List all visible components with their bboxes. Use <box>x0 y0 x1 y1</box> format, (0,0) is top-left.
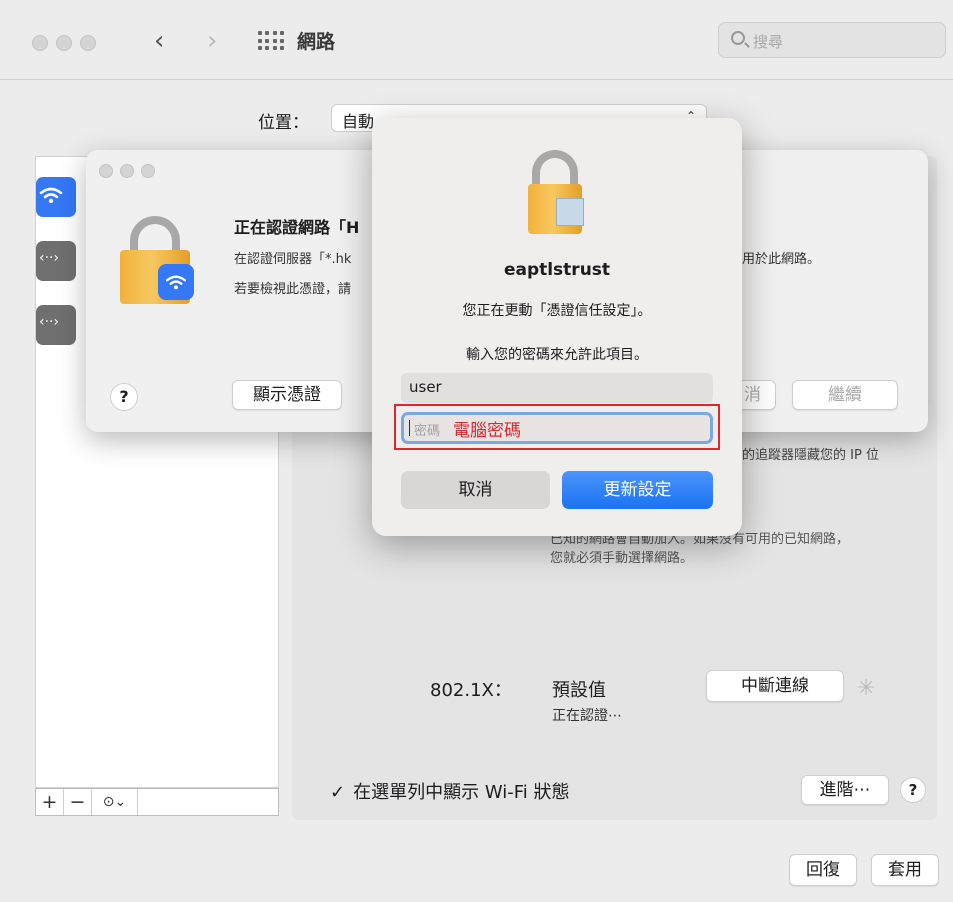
lock-icon <box>528 150 592 234</box>
minimize-window-button[interactable] <box>56 35 72 51</box>
text-caret <box>409 420 410 436</box>
show-wifi-status-label: 在選單列中顯示 Wi‑Fi 狀態 <box>353 782 570 803</box>
cancel-button[interactable]: 取消 <box>401 471 550 509</box>
certificate-badge-icon <box>556 198 584 226</box>
advanced-button[interactable]: 進階⋯ <box>801 775 889 805</box>
ip-privacy-text: 的追蹤器隱藏您的 IP 位 <box>742 448 879 463</box>
auth-status: 正在認證⋯ <box>552 708 622 724</box>
search-field[interactable]: 搜尋 <box>718 22 946 58</box>
network-preferences-window: ‹ › 網路 搜尋 位置： 自動 ⌃ ‹··› ‹··› + − ⊙⌄ 的追蹤器… <box>0 0 953 902</box>
wifi-icon <box>39 186 63 208</box>
search-placeholder: 搜尋 <box>753 33 784 51</box>
show-certificate-button[interactable]: 顯示憑證 <box>232 380 342 410</box>
wifi-service-icon[interactable] <box>36 177 76 217</box>
ethernet-service-icon-2[interactable]: ‹··› <box>36 305 76 345</box>
cert-close-button[interactable] <box>99 164 113 178</box>
checkmark-icon: ✓ <box>330 782 346 803</box>
auth-dialog-message: 您正在更動「憑證信任設定」。 <box>462 303 652 319</box>
actions-menu-button[interactable]: ⊙⌄ <box>92 789 138 815</box>
known-networks-line-2: 您就必須手動選擇網路。 <box>550 551 694 566</box>
progress-spinner-icon: ✳ <box>857 676 876 701</box>
auth-dialog-title: eaptlstrust <box>503 260 611 280</box>
close-window-button[interactable] <box>32 35 48 51</box>
cert-dialog-line-1: 在認證伺服器「*.hk <box>234 252 352 267</box>
search-icon <box>731 31 745 45</box>
cert-dialog-title: 正在認證網路「H <box>234 218 360 237</box>
password-annotation: 電腦密碼 <box>453 421 521 441</box>
8021x-label: 802.1X： <box>430 680 512 701</box>
password-field[interactable]: 密碼 電腦密碼 <box>401 412 713 444</box>
window-title: 網路 <box>297 31 336 53</box>
cert-help-button[interactable]: ? <box>110 383 138 411</box>
zoom-window-button[interactable] <box>80 35 96 51</box>
8021x-value: 預設值 <box>552 680 606 701</box>
title-bar: ‹ › 網路 搜尋 <box>0 0 953 80</box>
remove-service-button[interactable]: − <box>64 789 92 815</box>
cert-dialog-line-2: 若要檢視此憑證，請 <box>234 282 352 297</box>
authentication-dialog: eaptlstrust 您正在更動「憑證信任設定」。 輸入您的密碼來允許此項目。… <box>372 118 742 536</box>
help-button[interactable]: ? <box>900 777 926 803</box>
location-value: 自動 <box>342 112 375 131</box>
ethernet-service-icon[interactable]: ‹··› <box>36 241 76 281</box>
cert-minimize-button[interactable] <box>120 164 134 178</box>
show-all-grid-icon[interactable] <box>258 31 284 51</box>
apply-button[interactable]: 套用 <box>871 854 939 886</box>
continue-button[interactable]: 繼續 <box>792 380 898 410</box>
auth-dialog-prompt: 輸入您的密碼來允許此項目。 <box>466 347 648 363</box>
cert-dialog-right-text: 用於此網路。 <box>742 252 821 267</box>
sidebar-toolbar: + − ⊙⌄ <box>35 788 279 816</box>
show-wifi-status-checkbox[interactable]: ✓ 在選單列中顯示 Wi‑Fi 狀態 <box>330 778 569 804</box>
disconnect-button[interactable]: 中斷連線 <box>706 670 844 702</box>
password-placeholder: 密碼 <box>414 424 441 439</box>
cert-zoom-button[interactable] <box>141 164 155 178</box>
username-field[interactable]: user <box>401 373 713 403</box>
ethernet-icon: ‹··› <box>39 250 60 266</box>
forward-arrow-icon[interactable]: › <box>207 26 217 56</box>
location-label: 位置： <box>258 113 309 133</box>
lock-wifi-icon <box>116 216 196 306</box>
revert-button[interactable]: 回復 <box>789 854 857 886</box>
update-settings-button[interactable]: 更新設定 <box>562 471 713 509</box>
ethernet-icon: ‹··› <box>39 314 60 330</box>
add-service-button[interactable]: + <box>36 789 64 815</box>
wifi-badge-icon <box>158 264 194 300</box>
back-arrow-icon[interactable]: ‹ <box>154 26 164 56</box>
